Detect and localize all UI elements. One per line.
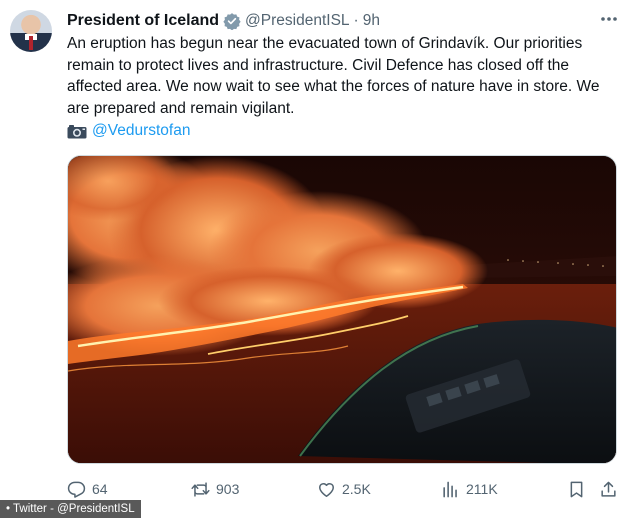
- tweet-actions: 64 903 2.5K 211K: [67, 478, 623, 500]
- share-icon: [601, 481, 616, 497]
- bookmark-icon: [570, 481, 583, 497]
- tweet-header: President of Iceland @PresidentISL · 9h: [67, 10, 380, 32]
- repost-button[interactable]: 903: [191, 478, 239, 500]
- repost-icon: [191, 481, 210, 497]
- camera-icon: [67, 124, 87, 138]
- repost-count: 903: [216, 481, 240, 497]
- eruption-photo[interactable]: [67, 155, 617, 464]
- header-separator: ·: [353, 12, 359, 29]
- author-name[interactable]: President of Iceland: [67, 12, 219, 30]
- like-button[interactable]: 2.5K: [317, 478, 371, 500]
- author-handle[interactable]: @PresidentISL: [245, 12, 349, 30]
- image-credit-overlay: • Twitter - @PresidentISL: [0, 500, 141, 518]
- verified-badge-icon: [223, 13, 241, 30]
- views-icon: [443, 481, 457, 497]
- eruption-photo-image: [68, 156, 616, 463]
- bookmark-button[interactable]: [567, 478, 592, 500]
- photo-credit-line: @Vedurstofan: [67, 120, 190, 142]
- photo-credit-mention[interactable]: @Vedurstofan: [92, 122, 190, 140]
- avatar-tie: [29, 36, 33, 50]
- avatar[interactable]: [10, 10, 52, 52]
- reply-button[interactable]: 64: [67, 478, 108, 500]
- reply-count: 64: [92, 481, 108, 497]
- like-count: 2.5K: [342, 481, 371, 497]
- tweet-timestamp[interactable]: 9h: [363, 12, 380, 30]
- reply-icon: [67, 481, 86, 498]
- more-icon[interactable]: [598, 11, 620, 29]
- views-button[interactable]: 211K: [441, 478, 498, 500]
- views-count: 211K: [466, 481, 498, 497]
- heart-icon: [319, 482, 334, 497]
- tweet-card[interactable]: President of Iceland @PresidentISL · 9h …: [0, 0, 634, 518]
- share-button[interactable]: [599, 478, 624, 500]
- tweet-text: An eruption has begun near the evacuated…: [67, 35, 600, 117]
